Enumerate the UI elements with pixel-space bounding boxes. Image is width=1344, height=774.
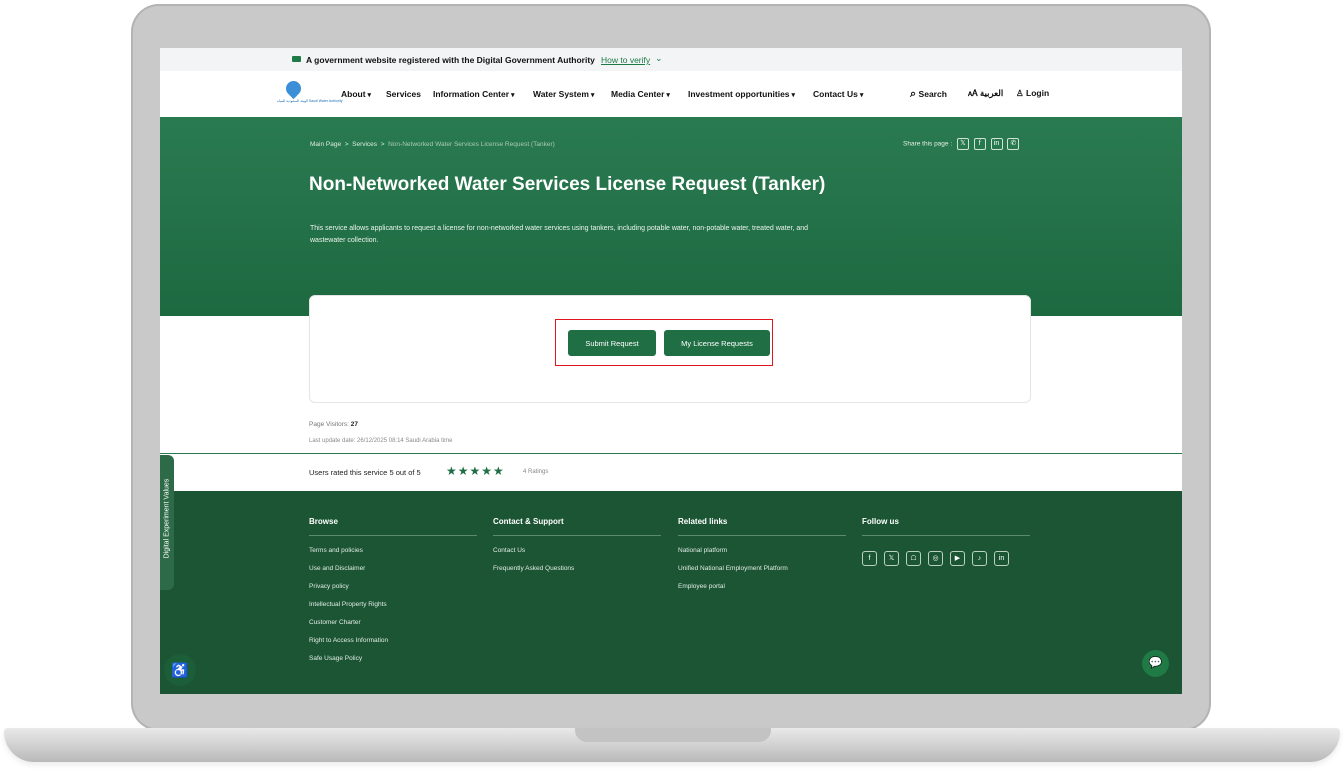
page-hero: Main Page > Services > Non-Networked Wat… (160, 117, 1182, 316)
nav-about[interactable]: About ▾ (341, 89, 371, 99)
rating-text: Users rated this service 5 out of 5 (309, 468, 421, 477)
translate-icon: 🗚 (968, 88, 978, 98)
nav-information-center[interactable]: Information Center ▾ (433, 89, 515, 99)
submit-request-button[interactable]: Submit Request (568, 330, 656, 356)
chat-icon[interactable]: 💬 (1142, 650, 1169, 677)
x-icon[interactable]: 𝕏 (884, 551, 899, 566)
linkedin-icon[interactable]: in (990, 138, 1003, 150)
footer-browse: Browse Terms and policies Use and Discla… (309, 517, 477, 662)
search-icon: ⌕ (910, 88, 917, 100)
footer-heading: Contact & Support (493, 517, 661, 536)
page-visitors: Page Visitors: 27 (309, 421, 359, 428)
language-switch[interactable]: 🗚 العربية (968, 88, 1003, 99)
footer-link[interactable]: Contact Us (493, 547, 661, 554)
tiktok-icon[interactable]: ♪ (972, 551, 987, 566)
footer-link[interactable]: Frequently Asked Questions (493, 565, 661, 572)
rating-count: 4 Ratings (523, 469, 549, 475)
footer-link[interactable]: Intellectual Property Rights (309, 601, 477, 608)
nav-investment[interactable]: Investment opportunities ▾ (688, 89, 795, 99)
footer-link[interactable]: Terms and policies (309, 547, 477, 554)
search-button[interactable]: ⌕ Search (910, 88, 947, 101)
star-rating[interactable]: ★★★★★ (446, 464, 505, 478)
last-update: Last update date: 26/12/2025 08:14 Saudi… (309, 438, 453, 444)
nav-media-center[interactable]: Media Center ▾ (611, 89, 670, 99)
gov-banner: A government website registered with the… (160, 48, 1182, 71)
footer-link[interactable]: Use and Disclaimer (309, 565, 477, 572)
nav-water-system[interactable]: Water System ▾ (533, 89, 594, 99)
swa-logo[interactable]: الهيئة السعودية للمياه Saudi Water Autho… (277, 77, 343, 111)
footer-heading: Follow us (862, 517, 1030, 536)
footer-link[interactable]: Customer Charter (309, 619, 477, 626)
footer-link[interactable]: Privacy policy (309, 583, 477, 590)
footer-follow: Follow us f 𝕏 ☖ ◎ ▶ ♪ in (862, 517, 1030, 566)
footer-link[interactable]: Safe Usage Policy (309, 655, 477, 662)
accessibility-icon[interactable]: ♿ (164, 654, 196, 686)
browser-viewport: A government website registered with the… (160, 48, 1182, 694)
breadcrumb: Main Page > Services > Non-Networked Wat… (310, 141, 555, 148)
footer-link[interactable]: Unified National Employment Platform (678, 565, 846, 572)
footer-related: Related links National platform Unified … (678, 517, 846, 590)
laptop-notch (575, 728, 771, 742)
service-description: This service allows applicants to reques… (310, 225, 809, 244)
rating-bar: Users rated this service 5 out of 5 ★★★★… (160, 453, 1182, 492)
service-actions-card: Submit Request My License Requests (309, 295, 1031, 403)
footer-heading: Browse (309, 517, 477, 536)
share-bar: Share this page : 𝕏 f in ✆ (903, 138, 1020, 150)
footer-contact: Contact & Support Contact Us Frequently … (493, 517, 661, 572)
share-label: Share this page : (903, 140, 953, 148)
chevron-down-icon[interactable]: ⌄ (655, 53, 663, 64)
social-icons: f 𝕏 ☖ ◎ ▶ ♪ in (862, 547, 1030, 566)
chevron-down-icon: ▾ (859, 92, 864, 99)
logo-caption: الهيئة السعودية للمياه Saudi Water Autho… (277, 99, 343, 103)
footer-link[interactable]: Right to Access Information (309, 637, 477, 644)
snapchat-icon[interactable]: ☖ (906, 551, 921, 566)
chevron-down-icon: ▾ (511, 92, 515, 99)
breadcrumb-home[interactable]: Main Page (310, 141, 341, 148)
nav-contact-us[interactable]: Contact Us ▾ (813, 89, 863, 99)
saudi-flag-icon (292, 56, 301, 62)
chevron-down-icon: ▾ (666, 92, 670, 99)
main-navigation: الهيئة السعودية للمياه Saudi Water Autho… (160, 71, 1182, 117)
page-title: Non-Networked Water Services License Req… (309, 174, 826, 195)
footer-link[interactable]: Employee portal (678, 583, 846, 590)
water-drop-icon (282, 77, 305, 100)
facebook-icon[interactable]: f (973, 138, 986, 150)
facebook-icon[interactable]: f (862, 551, 877, 566)
breadcrumb-services[interactable]: Services (352, 141, 377, 148)
chevron-down-icon: ▾ (590, 92, 595, 99)
my-license-requests-button[interactable]: My License Requests (664, 330, 770, 356)
login-button[interactable]: ♙ Login (1016, 88, 1049, 99)
site-footer: Browse Terms and policies Use and Discla… (160, 491, 1182, 694)
whatsapp-icon[interactable]: ✆ (1007, 138, 1020, 150)
how-to-verify-link[interactable]: How to verify (601, 55, 650, 65)
chevron-down-icon: ▾ (367, 92, 372, 99)
user-icon: ♙ (1016, 88, 1024, 98)
breadcrumb-current: Non-Networked Water Services License Req… (388, 141, 555, 148)
footer-heading: Related links (678, 517, 846, 536)
highlight-box: Submit Request My License Requests (555, 319, 773, 366)
linkedin-icon[interactable]: in (994, 551, 1009, 566)
footer-link[interactable]: National platform (678, 547, 846, 554)
chevron-down-icon: ▾ (791, 92, 796, 99)
gov-banner-text: A government website registered with the… (306, 55, 595, 65)
nav-services[interactable]: Services (386, 89, 421, 99)
youtube-icon[interactable]: ▶ (950, 551, 965, 566)
digital-experiment-tab[interactable]: Digital Experiment Values (160, 455, 174, 590)
x-icon[interactable]: 𝕏 (956, 138, 969, 150)
instagram-icon[interactable]: ◎ (928, 551, 943, 566)
